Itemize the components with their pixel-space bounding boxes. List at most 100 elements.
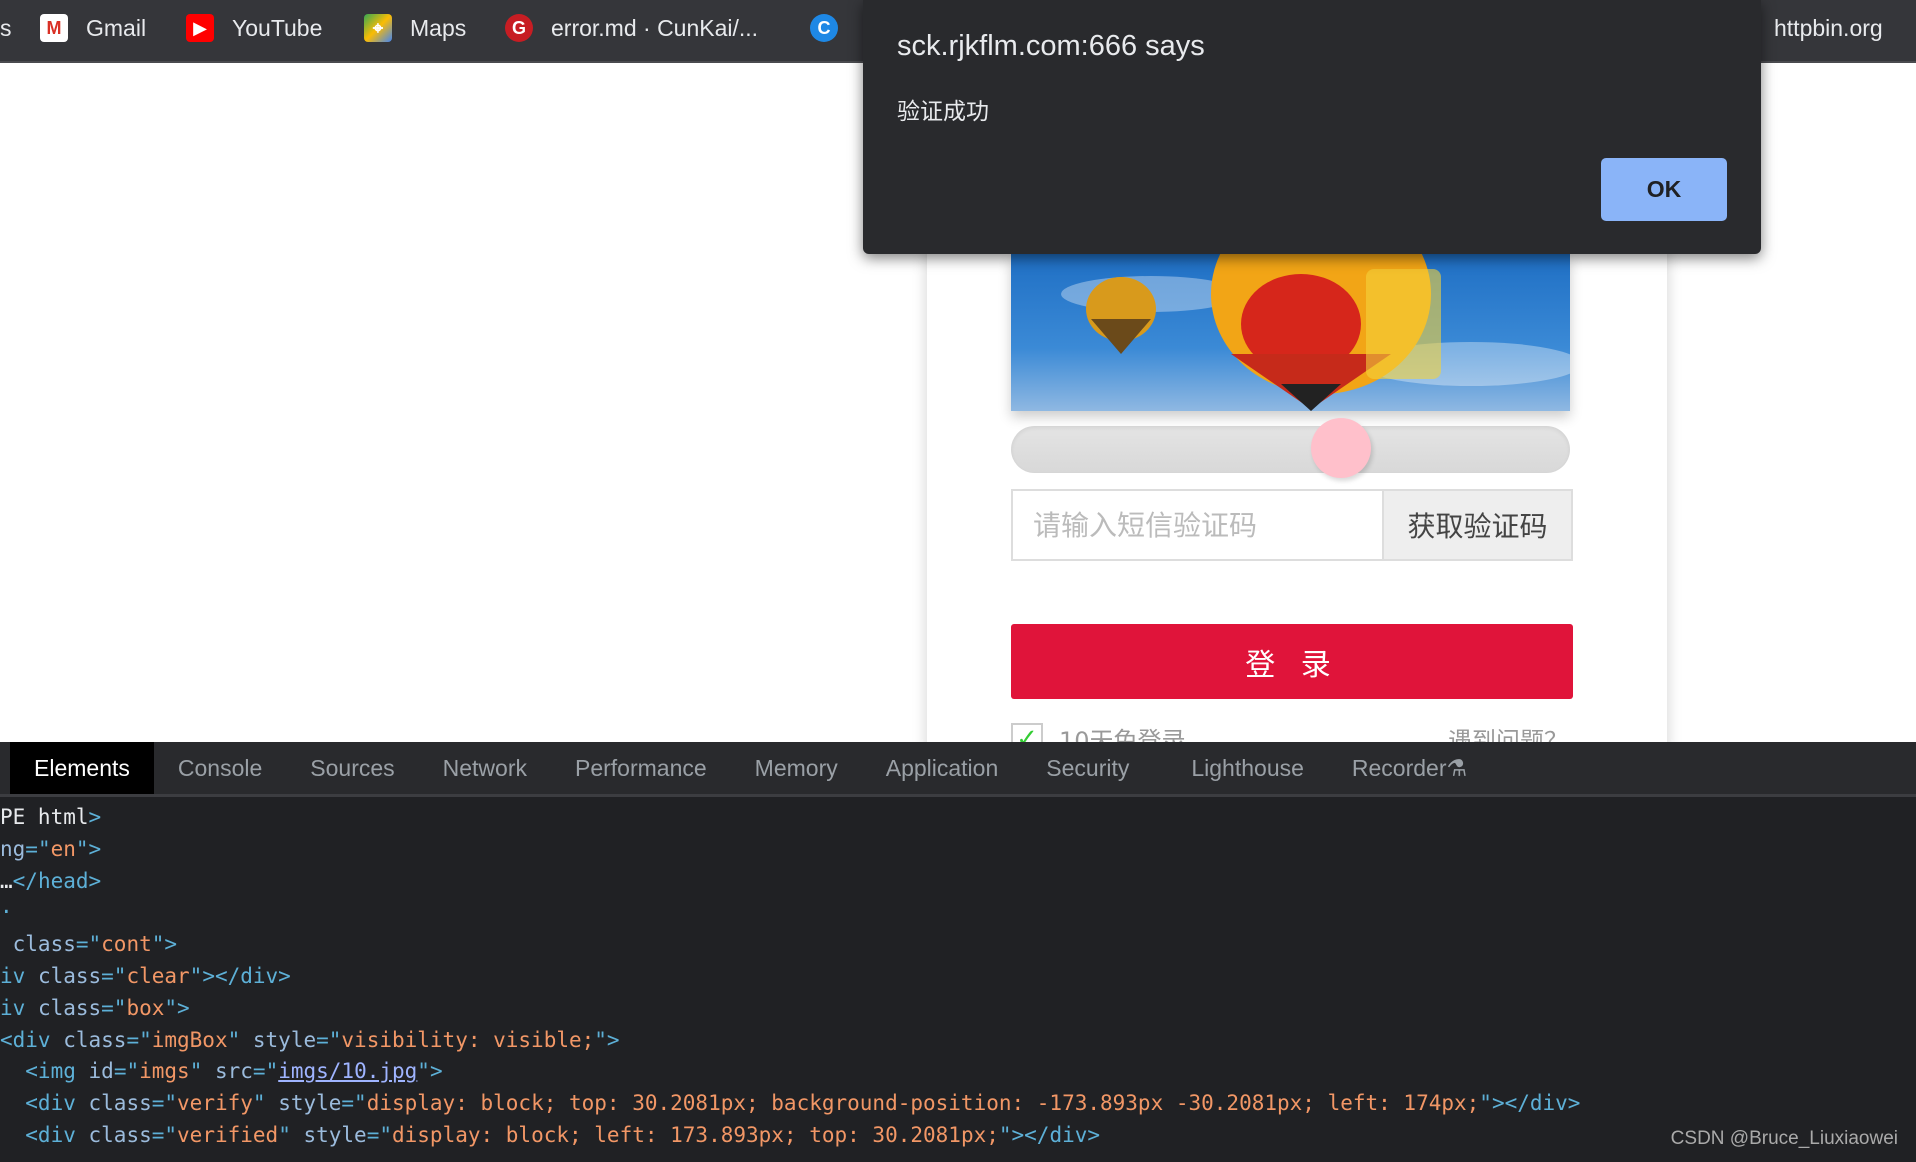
- code-token: style: [252, 1027, 317, 1052]
- code-token: display: block; left: 173.893px; top: 30…: [392, 1122, 999, 1147]
- dom-node-line[interactable]: ng="en">: [0, 834, 1580, 866]
- tab-memory[interactable]: Memory: [731, 742, 862, 794]
- code-token: ">: [594, 1027, 620, 1052]
- code-token: id: [88, 1059, 114, 1084]
- code-token: class: [37, 995, 102, 1020]
- ok-button[interactable]: OK: [1601, 158, 1727, 221]
- tab-label: Lighthouse: [1191, 754, 1304, 781]
- gitee-icon: G: [505, 14, 533, 42]
- code-token: en: [50, 836, 76, 861]
- code-token: ">: [164, 995, 190, 1020]
- code-token: class: [0, 932, 76, 957]
- bookmark-httpbin[interactable]: httpbin.org: [1774, 14, 1883, 42]
- code-token: ": [252, 1091, 279, 1116]
- tab-sources[interactable]: Sources: [286, 742, 418, 794]
- code-token: =": [341, 1091, 367, 1116]
- code-token: ": [278, 1122, 304, 1147]
- remember-checkbox[interactable]: ✓: [1011, 722, 1043, 742]
- tab-security[interactable]: Security: [1022, 742, 1153, 794]
- tab-recorder[interactable]: Recorder ⚗: [1328, 742, 1491, 794]
- tab-label: Security: [1046, 754, 1130, 781]
- code-token: verified: [177, 1122, 279, 1147]
- tab-label: Elements: [34, 754, 130, 781]
- login-button[interactable]: 登 录: [1011, 624, 1573, 699]
- code-token: =": [101, 963, 127, 988]
- code-token: >: [88, 805, 102, 829]
- code-token: <img: [0, 1059, 89, 1084]
- watermark: CSDN @Bruce_Liuxiaowei: [1670, 1128, 1898, 1149]
- balloons-image: [1061, 254, 1570, 411]
- sms-code-input[interactable]: [1013, 491, 1384, 559]
- code-token: cont: [101, 932, 152, 957]
- code-token: <div: [0, 1091, 89, 1116]
- src-link[interactable]: imgs/10.jpg: [278, 1059, 417, 1083]
- dom-node-line[interactable]: <div class="verified" style="display: bl…: [0, 1120, 1580, 1152]
- remember-login[interactable]: ✓ 10天免登录: [1011, 721, 1186, 742]
- tab-application[interactable]: Application: [862, 742, 1023, 794]
- code-token: style: [278, 1091, 342, 1116]
- code-token: iv: [0, 963, 38, 988]
- code-token: display: block; top: 30.2081px; backgrou…: [366, 1091, 1480, 1116]
- code-token: <div: [0, 1122, 89, 1147]
- dom-node-line[interactable]: <div class="verify" style="display: bloc…: [0, 1088, 1580, 1120]
- tab-lighthouse[interactable]: Lighthouse: [1167, 742, 1328, 794]
- captcha-slider-handle[interactable]: [1310, 418, 1371, 478]
- code-token: ": [189, 1059, 215, 1084]
- code-token: src: [214, 1059, 253, 1084]
- dom-node-line[interactable]: PE html>: [0, 802, 1580, 834]
- bookmark-maps[interactable]: ⌖ Maps: [364, 14, 466, 42]
- code-token: =": [252, 1059, 279, 1084]
- code-token: ·: [0, 900, 13, 925]
- tab-label: Recorder: [1351, 754, 1447, 781]
- code-token: ng: [0, 836, 26, 861]
- bookmark-error-md[interactable]: Gerror.md · CunKai/...: [505, 14, 758, 42]
- tab-label: Network: [442, 754, 527, 781]
- tab-performance[interactable]: Performance: [551, 742, 731, 794]
- code-token: visibility: visible;: [341, 1027, 595, 1052]
- code-token: =": [101, 995, 127, 1020]
- devtools-tabs: Elements Console Sources Network Performance…: [0, 742, 1916, 797]
- bookmark-partial[interactable]: s: [0, 14, 12, 42]
- code-token: ">: [151, 932, 178, 957]
- tab-label: Memory: [754, 754, 838, 781]
- dom-node-line[interactable]: iv class="clear"></div>: [0, 961, 1580, 993]
- problem-link[interactable]: 遇到问题？: [1448, 721, 1568, 742]
- code-token: =": [151, 1091, 178, 1116]
- code-token: PE html: [0, 805, 89, 829]
- code-token: ": [227, 1027, 253, 1052]
- code-token: =": [151, 1122, 178, 1147]
- code-token: imgs: [139, 1059, 190, 1084]
- code-token: =": [366, 1122, 392, 1147]
- dialog-message: 验证成功: [897, 99, 989, 125]
- captcha-slider-track: [1011, 418, 1570, 478]
- dom-node-line[interactable]: <img id="imgs" src="imgs/10.jpg">: [0, 1056, 1580, 1088]
- code-token: iv: [0, 995, 38, 1020]
- dom-node-line[interactable]: iv class="box">: [0, 993, 1580, 1025]
- tab-network[interactable]: Network: [419, 742, 551, 794]
- bookmark-gmail[interactable]: M Gmail: [40, 14, 146, 42]
- tab-elements[interactable]: Elements: [10, 742, 154, 794]
- dom-node-line[interactable]: ·: [0, 897, 1580, 929]
- tab-console[interactable]: Console: [154, 742, 286, 794]
- code-token: …: [0, 868, 13, 893]
- code-token: <div: [0, 1027, 64, 1052]
- flask-icon: ⚗: [1446, 754, 1468, 781]
- code-token: imgBox: [151, 1027, 228, 1052]
- code-token: =": [113, 1059, 140, 1084]
- code-token: =": [75, 932, 102, 957]
- code-token: =": [316, 1027, 342, 1052]
- code-token: </head>: [12, 868, 102, 893]
- code-token: =": [25, 836, 51, 861]
- bookmark-c[interactable]: C: [810, 14, 856, 42]
- get-code-button[interactable]: 获取验证码: [1384, 491, 1571, 559]
- code-token: style: [303, 1122, 367, 1147]
- dom-node-line[interactable]: <div class="imgBox" style="visibility: v…: [0, 1025, 1580, 1057]
- captcha-image: [1011, 254, 1570, 411]
- tab-label: Sources: [310, 754, 395, 781]
- code-token: class: [63, 1027, 127, 1052]
- devtools-panel: Elements Console Sources Network Performance…: [0, 742, 1916, 1162]
- bookmark-youtube[interactable]: ▶ YouTube: [186, 14, 322, 42]
- dom-node-line[interactable]: …</head>: [0, 866, 1580, 898]
- tab-label: Application: [885, 754, 999, 781]
- dom-node-line[interactable]: class="cont">: [0, 929, 1580, 961]
